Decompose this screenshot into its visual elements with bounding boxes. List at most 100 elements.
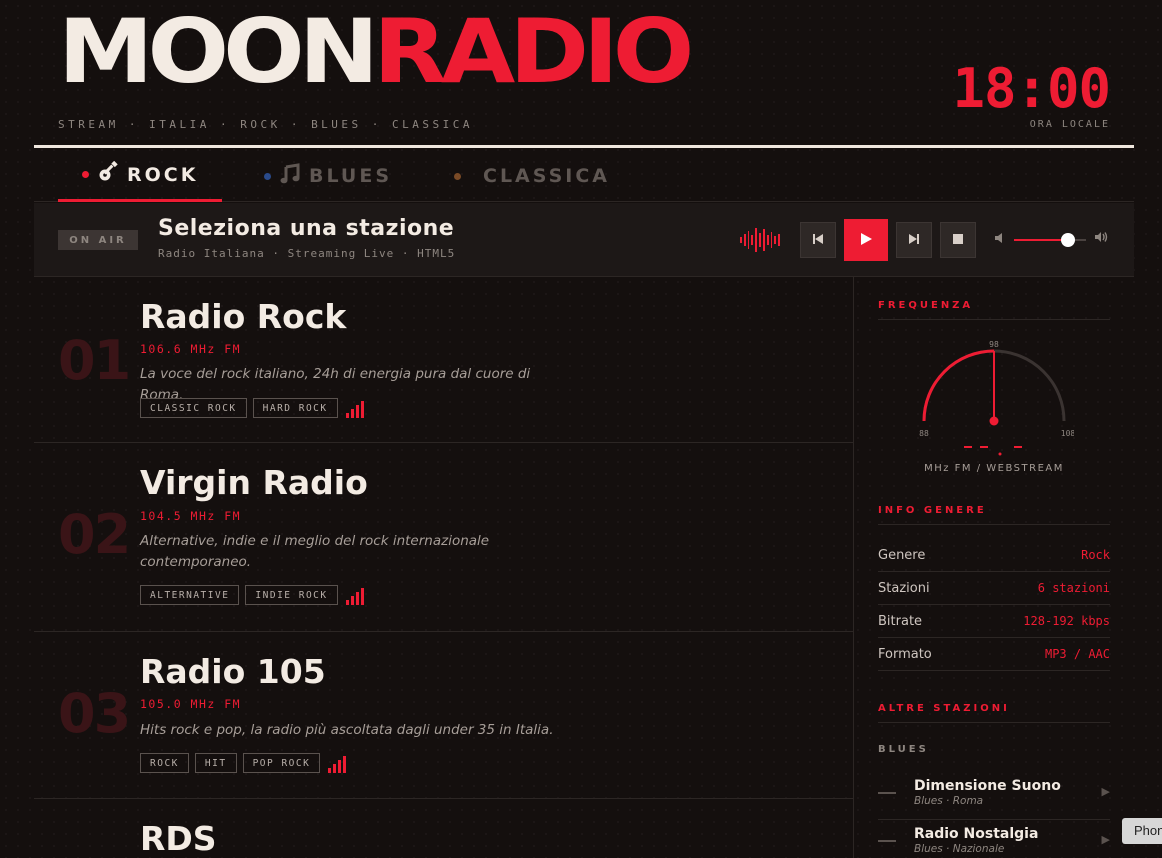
station-frequency: 106.6 MHz FM — [140, 342, 242, 356]
clock-label: ORA LOCALE — [1029, 119, 1110, 130]
info-key: Bitrate — [878, 613, 923, 629]
site-header: MOONRADIO STREAM · ITALIA · ROCK · BLUES… — [34, 0, 1134, 148]
station-frequency: 104.5 MHz FM — [140, 509, 242, 523]
info-value: 6 stazioni — [1037, 581, 1110, 595]
other-station-item[interactable]: Dimensione Suono Blues · Roma ▶ — [878, 774, 1110, 820]
stop-button[interactable] — [940, 222, 976, 258]
info-value: MP3 / AAC — [1044, 647, 1110, 661]
play-icon[interactable]: ▶ — [1102, 833, 1110, 846]
other-station-item[interactable]: Radio Nostalgia Blues · Nazionale ▶ — [878, 822, 1110, 858]
tab-rock[interactable]: ROCK — [58, 150, 223, 202]
genre-tag: ALTERNATIVE — [140, 585, 240, 605]
skip-forward-icon — [908, 233, 920, 248]
volume-slider[interactable] — [1014, 233, 1086, 247]
next-button[interactable] — [896, 222, 932, 258]
signal-strength-icon — [328, 755, 347, 773]
station-description: Hits rock e pop, la radio più ascoltata … — [140, 722, 554, 738]
genre-info-title: INFO GENERE — [878, 505, 1110, 525]
info-row-format: Formato MP3 / AAC — [878, 638, 1110, 671]
logo[interactable]: MOONRADIO — [58, 0, 694, 104]
dial-caption: MHz FM / WEBSTREAM — [924, 463, 1064, 474]
station-number: 01 — [58, 329, 131, 392]
other-station-meta: Blues · Nazionale — [914, 843, 1005, 855]
genre-tag: HARD ROCK — [252, 398, 338, 418]
list-dash — [878, 840, 896, 842]
player-bar: ON AIR Seleziona una stazione Radio Ital… — [34, 203, 1134, 277]
info-value: Rock — [1081, 548, 1110, 562]
music-note-icon — [279, 162, 301, 190]
other-stations-title: ALTRE STAZIONI — [878, 703, 1110, 723]
genre-tag: ROCK — [140, 753, 189, 773]
station-number: 02 — [58, 503, 131, 566]
dial-max-label: 108 — [1061, 429, 1074, 438]
volume-fill — [1014, 239, 1068, 241]
frequency-dial: 88 98 108 — [919, 340, 1074, 456]
station-frequency: 105.0 MHz FM — [140, 697, 242, 711]
play-icon[interactable]: ▶ — [1102, 785, 1110, 798]
tab-dot — [82, 171, 89, 178]
dial-min-label: 88 — [919, 429, 929, 438]
play-icon — [859, 231, 873, 250]
logo-radio: RADIO — [373, 0, 694, 104]
tab-classica-label: CLASSICA — [483, 165, 610, 187]
on-air-badge: ON AIR — [58, 230, 138, 250]
waveform-icon — [740, 227, 780, 253]
station-card-2[interactable]: 02 Virgin Radio 104.5 MHz FM Alternative… — [34, 443, 853, 632]
station-card-1[interactable]: 01 Radio Rock 106.6 MHz FM La voce del r… — [34, 277, 853, 443]
now-playing-subtitle: Radio Italiana · Streaming Live · HTML5 — [158, 247, 456, 260]
skip-back-icon — [812, 233, 824, 248]
station-name: Radio 105 — [140, 652, 326, 691]
other-station-name: Radio Nostalgia — [914, 826, 1039, 842]
tab-dot — [264, 172, 271, 180]
signal-strength-icon — [345, 587, 364, 605]
info-key: Stazioni — [878, 580, 930, 596]
tab-rock-label: ROCK — [127, 163, 199, 186]
tab-classica[interactable]: CLASSICA — [430, 150, 634, 202]
other-genre-heading: BLUES — [878, 744, 929, 755]
genre-tag: CLASSIC ROCK — [140, 398, 247, 418]
genre-tabs: ROCK BLUES CLASSICA — [34, 150, 1134, 202]
tab-blues[interactable]: BLUES — [240, 150, 416, 202]
play-button[interactable] — [844, 219, 888, 261]
station-tags: ALTERNATIVE INDIE ROCK — [140, 585, 364, 605]
sidebar: FREQUENZA 88 98 108 MHz FM / WEBSTREAM I… — [878, 277, 1110, 858]
dial-mid-label: 98 — [989, 340, 999, 349]
station-number: 03 — [58, 682, 131, 745]
info-key: Formato — [878, 646, 932, 662]
guitar-icon — [97, 160, 119, 188]
genre-tag: POP ROCK — [242, 753, 321, 773]
station-name: RDS — [140, 819, 217, 858]
volume-high-icon — [1094, 231, 1108, 247]
station-tags: CLASSIC ROCK HARD ROCK — [140, 398, 364, 418]
info-row-genre: Genere Rock — [878, 539, 1110, 572]
station-card-3[interactable]: 03 Radio 105 105.0 MHz FM Hits rock e po… — [34, 632, 853, 799]
tab-dot — [454, 172, 461, 180]
tab-blues-label: BLUES — [309, 165, 393, 187]
info-row-bitrate: Bitrate 128-192 kbps — [878, 605, 1110, 638]
volume-low-icon — [994, 232, 1006, 247]
frequency-section-title: FREQUENZA — [878, 300, 1110, 320]
signal-strength-icon — [345, 400, 364, 418]
info-value: 128-192 kbps — [1023, 614, 1110, 628]
station-list: 01 Radio Rock 106.6 MHz FM La voce del r… — [34, 277, 854, 858]
list-dash — [878, 792, 896, 794]
tagline: STREAM · ITALIA · ROCK · BLUES · CLASSIC… — [58, 118, 474, 131]
tooltip: Phone — [1122, 818, 1162, 844]
genre-tag: INDIE ROCK — [245, 585, 338, 605]
genre-tag: HIT — [194, 753, 237, 773]
stop-icon — [953, 233, 963, 247]
previous-button[interactable] — [800, 222, 836, 258]
station-tags: ROCK HIT POP ROCK — [140, 753, 347, 773]
volume-knob[interactable] — [1061, 233, 1075, 247]
other-station-meta: Blues · Roma — [914, 795, 984, 807]
info-key: Genere — [878, 547, 926, 563]
station-name: Virgin Radio — [140, 463, 368, 502]
station-description: Alternative, indie e il meglio del rock … — [140, 533, 490, 570]
station-name: Radio Rock — [140, 297, 347, 336]
now-playing-title: Seleziona una stazione — [158, 216, 455, 241]
info-row-stations: Stazioni 6 stazioni — [878, 572, 1110, 605]
station-card-4[interactable]: RDS — [34, 799, 853, 858]
clock: 18:00 — [952, 57, 1111, 120]
logo-moon: MOON — [58, 0, 379, 104]
other-station-name: Dimensione Suono — [914, 778, 1061, 794]
